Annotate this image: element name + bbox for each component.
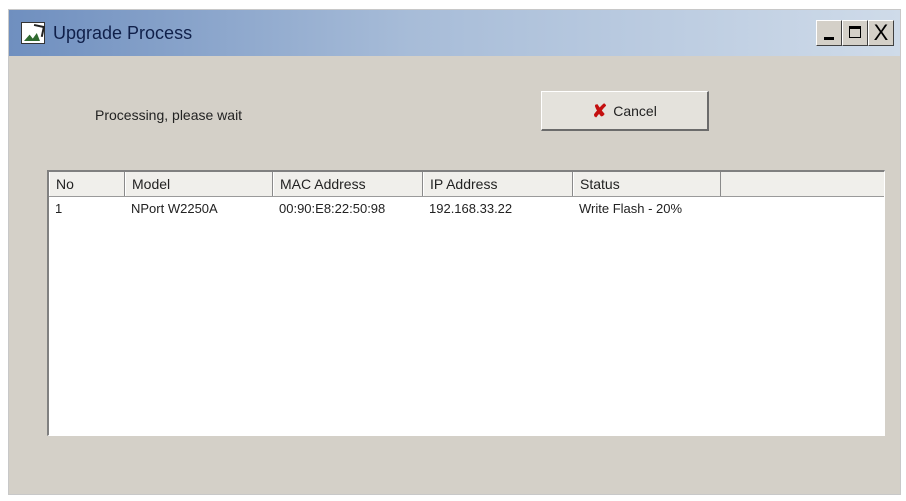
device-list[interactable]: No Model MAC Address IP Address Status 1… <box>47 170 885 436</box>
list-header: No Model MAC Address IP Address Status <box>49 172 884 197</box>
title-bar[interactable]: Upgrade Process X <box>9 10 900 56</box>
column-header-mac-address[interactable]: MAC Address <box>273 172 423 196</box>
cell-mac-address: 00:90:E8:22:50:98 <box>279 201 386 216</box>
cancel-button-label: Cancel <box>613 102 657 119</box>
cell-no: 1 <box>55 201 63 216</box>
app-icon <box>21 22 45 44</box>
close-button[interactable]: X <box>868 20 894 46</box>
upgrade-process-window: Upgrade Process X Processing, please wai… <box>8 9 901 495</box>
column-header-ip-address[interactable]: IP Address <box>423 172 573 196</box>
close-icon: X <box>873 20 889 45</box>
maximize-button[interactable] <box>842 20 868 46</box>
column-header-status[interactable]: Status <box>573 172 721 196</box>
cell-ip-address: 192.168.33.22 <box>429 201 513 216</box>
table-row[interactable]: 1 NPort W2250A 00:90:E8:22:50:98 192.168… <box>49 198 884 220</box>
cell-status: Write Flash - 20% <box>579 201 683 216</box>
window-title: Upgrade Process <box>53 23 193 43</box>
minimize-button[interactable] <box>816 20 842 46</box>
column-header-model[interactable]: Model <box>125 172 273 196</box>
status-message: Processing, please wait <box>95 107 243 123</box>
column-header-no[interactable]: No <box>49 172 125 196</box>
cancel-button[interactable]: ✘ Cancel <box>541 91 709 131</box>
x-icon: ✘ <box>592 100 608 121</box>
cell-model: NPort W2250A <box>131 201 218 216</box>
